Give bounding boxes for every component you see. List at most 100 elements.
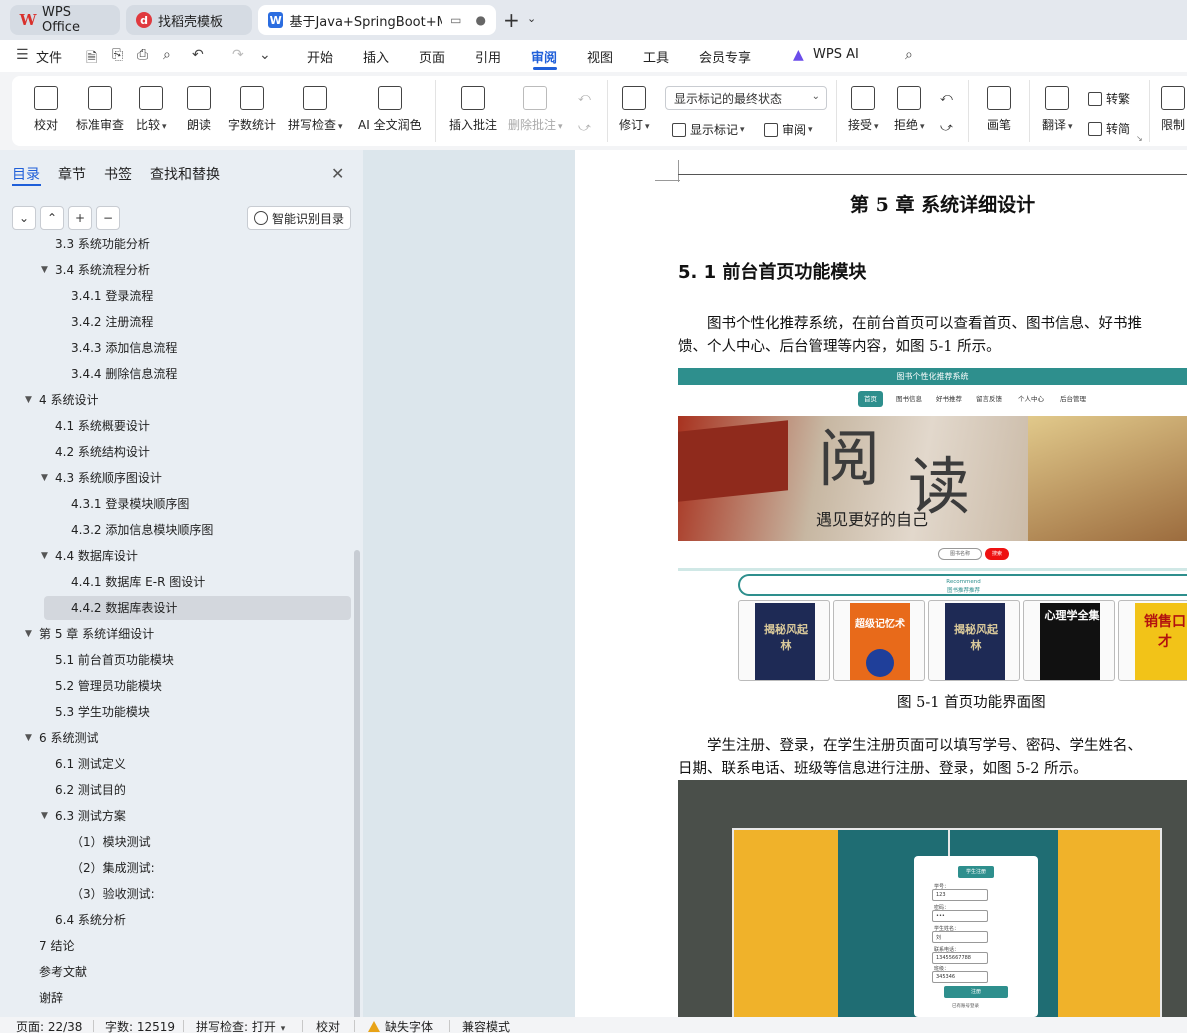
tab-chapters[interactable]: 章节 [58,164,86,184]
toc-item[interactable]: 5.1 前台首页功能模块 [0,648,352,672]
menu-home[interactable]: 开始 [307,47,333,66]
menu-insert[interactable]: 插入 [363,47,389,66]
promote-button[interactable]: + [68,206,92,230]
toc-item[interactable]: ▼ 4.4 数据库设计 [0,544,352,568]
menu-review[interactable]: 审阅 [531,47,557,66]
tab-bookmarks[interactable]: 书签 [104,164,132,184]
toc-item[interactable]: （1）模块测试 [0,830,352,854]
toc-item[interactable]: 6.4 系统分析 [0,908,352,932]
previous-comment-icon[interactable]: ⤺ [578,90,591,105]
toc-item[interactable]: 3.4.4 删除信息流程 [0,362,352,386]
expand-triangle-icon[interactable]: ▼ [41,466,48,490]
word-count-indicator[interactable]: 字数: 12519 [105,1018,175,1033]
next-change-icon[interactable]: ⤻ [940,120,953,135]
page-indicator[interactable]: 页面: 22/38 [16,1018,82,1033]
tab-find-replace[interactable]: 查找和替换 [150,164,220,184]
redo-icon[interactable]: ↷ [232,47,244,63]
standard-review-button[interactable]: 标准审查 [76,86,124,133]
save-icon[interactable]: 🗎 [86,47,97,71]
toc-item[interactable]: 4.4.1 数据库 E-R 图设计 [0,570,352,594]
toc-item[interactable]: 4.4.2 数据库表设计 [44,596,351,620]
spell-check-button[interactable]: 拼写检查 ▾ [288,86,343,133]
menu-references[interactable]: 引用 [475,47,501,66]
proofread-button[interactable]: 校对 [34,86,58,133]
ai-polish-button[interactable]: AI 全文润色 [358,86,422,133]
menu-file[interactable]: 文件 [36,47,62,66]
display-markup-button[interactable]: 显示标记 ▾ [672,121,745,138]
expand-triangle-icon[interactable]: ▼ [25,388,32,412]
print-preview-icon[interactable]: ⌕ [163,47,171,63]
toc-item[interactable]: 4.3.1 登录模块顺序图 [0,492,352,516]
tab-docer-templates[interactable]: d 找稻壳模板 [126,5,252,35]
document-page[interactable]: 第 5 章 系统详细设计 5. 1 前台首页功能模块 图书个性化推荐系统，在前台… [575,150,1187,1017]
word-count-button[interactable]: 字数统计 [228,86,276,133]
tab-wps-office[interactable]: W WPS Office [10,5,120,35]
to-traditional-button[interactable]: 转繁 [1088,90,1130,107]
print-icon[interactable]: ⎙ [137,47,148,63]
toc-item[interactable]: 3.4.2 注册流程 [0,310,352,334]
expand-triangle-icon[interactable]: ▼ [41,258,48,282]
toc-item[interactable]: ▼ 3.4 系统流程分析 [0,258,352,282]
missing-font-status[interactable]: 缺失字体 [368,1018,433,1033]
expand-triangle-icon[interactable]: ▼ [25,726,32,750]
close-icon[interactable]: ✕ [331,164,344,183]
expand-triangle-icon[interactable]: ▼ [25,622,32,646]
markup-mode-select[interactable]: 显示标记的最终状态 ⌄ [665,86,827,110]
demote-button[interactable]: − [96,206,120,230]
read-aloud-button[interactable]: 朗读 [187,86,211,133]
menu-tools[interactable]: 工具 [643,47,669,66]
toc-scrollbar[interactable] [354,550,360,1020]
restrict-editing-button[interactable]: 限制 [1161,86,1185,133]
quick-access-chevron-icon[interactable]: ⌄ [259,47,271,63]
toc-item[interactable]: （2）集成测试: [0,856,352,880]
next-comment-icon[interactable]: ⤻ [578,120,591,135]
search-icon[interactable]: ⌕ [905,47,913,63]
toc-item[interactable]: 3.4.3 添加信息流程 [0,336,352,360]
to-simplified-button[interactable]: 转简 [1088,120,1130,137]
undo-icon[interactable]: ↶ [192,47,204,63]
toc-item[interactable]: 5.3 学生功能模块 [0,700,352,724]
ink-button[interactable]: 画笔 [987,86,1011,133]
toc-item[interactable]: ▼ 4.3 系统顺序图设计 [0,466,352,490]
expand-triangle-icon[interactable]: ▼ [41,804,48,828]
toc-item[interactable]: 5.2 管理员功能模块 [0,674,352,698]
track-changes-button[interactable]: 修订 ▾ [619,86,650,133]
hamburger-menu-icon[interactable]: ☰ [16,47,29,63]
smart-toc-button[interactable]: 智能识别目录 [247,206,351,230]
reject-button[interactable]: 拒绝 ▾ [894,86,925,133]
unsaved-dot-icon[interactable]: ● [476,13,486,27]
accept-button[interactable]: 接受 ▾ [848,86,879,133]
insert-comment-button[interactable]: 插入批注 [449,86,497,133]
toc-item[interactable]: 4.2 系统结构设计 [0,440,352,464]
toc-item[interactable]: 6.2 测试目的 [0,778,352,802]
menu-page[interactable]: 页面 [419,47,445,66]
toc-item[interactable]: 参考文献 [0,960,352,984]
toc-item[interactable]: 4.1 系统概要设计 [0,414,352,438]
toc-item[interactable]: ▼ 4 系统设计 [0,388,352,412]
previous-change-icon[interactable]: ⤺ [940,90,953,105]
dialog-launcher-icon[interactable]: ↘ [1136,134,1143,143]
toc-item[interactable]: ▼ 第 5 章 系统详细设计 [0,622,352,646]
delete-comment-button[interactable]: 删除批注 ▾ [508,86,563,133]
new-tab-plus-icon[interactable]: + [503,8,520,32]
compare-button[interactable]: 比较 ▾ [136,86,167,133]
spell-check-status[interactable]: 拼写检查: 打开 ▾ [196,1018,285,1033]
menu-view[interactable]: 视图 [587,47,613,66]
toc-item[interactable]: 4.3.2 添加信息模块顺序图 [0,518,352,542]
tab-document[interactable]: W 基于Java+SpringBoot+MyS ▭ ● [258,5,496,35]
collapse-up-button[interactable]: ⌃ [40,206,64,230]
toc-item[interactable]: （3）验收测试: [0,882,352,906]
toc-item[interactable]: 谢辞 [0,986,352,1010]
tab-toc[interactable]: 目录 [12,164,40,184]
menu-wps-ai[interactable]: WPS AI [813,47,859,62]
toc-item[interactable]: 7 结论 [0,934,352,958]
menu-membership[interactable]: 会员专享 [699,47,751,66]
toc-item[interactable]: ▼ 6 系统测试 [0,726,352,750]
toc-item[interactable]: 3.3 系统功能分析 [0,238,352,256]
expand-triangle-icon[interactable]: ▼ [41,544,48,568]
toc-item[interactable]: ▼ 6.3 测试方案 [0,804,352,828]
review-pane-button[interactable]: 审阅 ▾ [764,121,813,138]
tab-list-chevron-icon[interactable]: ⌄ [527,12,536,25]
proofread-status[interactable]: 校对 [316,1018,340,1033]
output-icon[interactable]: ⎘ [112,47,123,63]
